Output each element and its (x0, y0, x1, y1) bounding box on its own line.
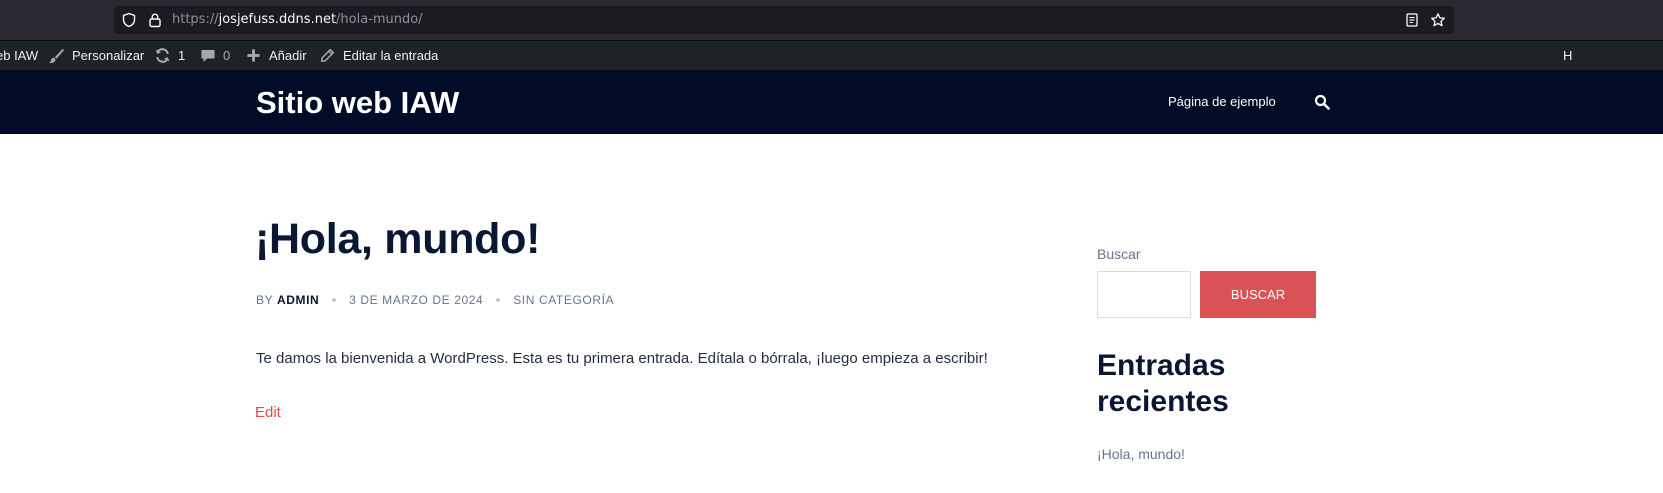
address-bar[interactable]: https://josjefuss.ddns.net/hola-mundo/ (114, 6, 1454, 34)
url-scheme: https:// (172, 12, 219, 27)
url-host: josjefuss.ddns.net (218, 12, 337, 27)
search-label: Buscar (1097, 246, 1141, 262)
meta-separator (332, 297, 337, 302)
lock-icon[interactable] (147, 12, 163, 28)
recent-post-link[interactable]: ¡Hola, mundo! (1097, 446, 1185, 462)
new-content-link[interactable]: Añadir (246, 41, 308, 70)
wp-admin-bar: eb IAW Personalizar 1 0 Añadir Editar la… (0, 41, 1663, 70)
post-date[interactable]: 3 DE MARZO DE 2024 (349, 293, 483, 307)
nav-item-sample-page[interactable]: Página de ejemplo (1168, 94, 1276, 109)
plus-icon (247, 49, 260, 62)
admin-bar-site-name[interactable]: eb IAW (0, 41, 38, 70)
customize-link[interactable]: Personalizar (48, 41, 145, 70)
admin-bar-account-partial[interactable]: H (1563, 41, 1572, 70)
edit-post-link[interactable]: Editar la entrada (320, 41, 438, 70)
edit-post-label: Editar la entrada (343, 48, 439, 63)
search-button[interactable]: BUSCAR (1200, 271, 1316, 318)
url-text[interactable]: https://josjefuss.ddns.net/hola-mundo/ (172, 12, 423, 27)
pencil-icon (320, 48, 335, 63)
meta-separator (496, 297, 501, 302)
updates-count: 1 (178, 48, 186, 63)
recent-posts-title: Entradas recientes (1097, 349, 1229, 418)
paintbrush-icon (49, 48, 64, 63)
search-input[interactable] (1097, 271, 1191, 318)
post-author[interactable]: ADMIN (277, 293, 319, 307)
comment-icon (201, 50, 215, 62)
bookmark-star-icon[interactable] (1430, 12, 1446, 28)
edit-link[interactable]: Edit (255, 404, 281, 421)
post-title[interactable]: ¡Hola, mundo! (255, 215, 540, 264)
shield-icon[interactable] (121, 12, 137, 28)
updates-icon (155, 48, 170, 63)
customize-label: Personalizar (72, 48, 145, 63)
post-content: Te damos la bienvenida a WordPress. Esta… (256, 350, 988, 367)
post-meta: BY ADMIN 3 DE MARZO DE 2024 SIN CATEGORÍ… (256, 293, 614, 307)
site-header: Sitio web IAW Página de ejemplo (0, 70, 1663, 134)
search-icon[interactable] (1314, 94, 1330, 110)
site-title[interactable]: Sitio web IAW (256, 85, 459, 121)
by-label: BY (256, 293, 273, 307)
browser-toolbar: https://josjefuss.ddns.net/hola-mundo/ (0, 0, 1663, 40)
url-path: /hola-mundo/ (336, 12, 423, 27)
new-content-label: Añadir (269, 48, 307, 63)
reader-view-icon[interactable] (1404, 12, 1420, 28)
updates-link[interactable]: 1 (154, 41, 188, 70)
post-category[interactable]: SIN CATEGORÍA (513, 293, 614, 307)
comments-count: 0 (223, 48, 231, 63)
comments-link[interactable]: 0 (200, 41, 232, 70)
